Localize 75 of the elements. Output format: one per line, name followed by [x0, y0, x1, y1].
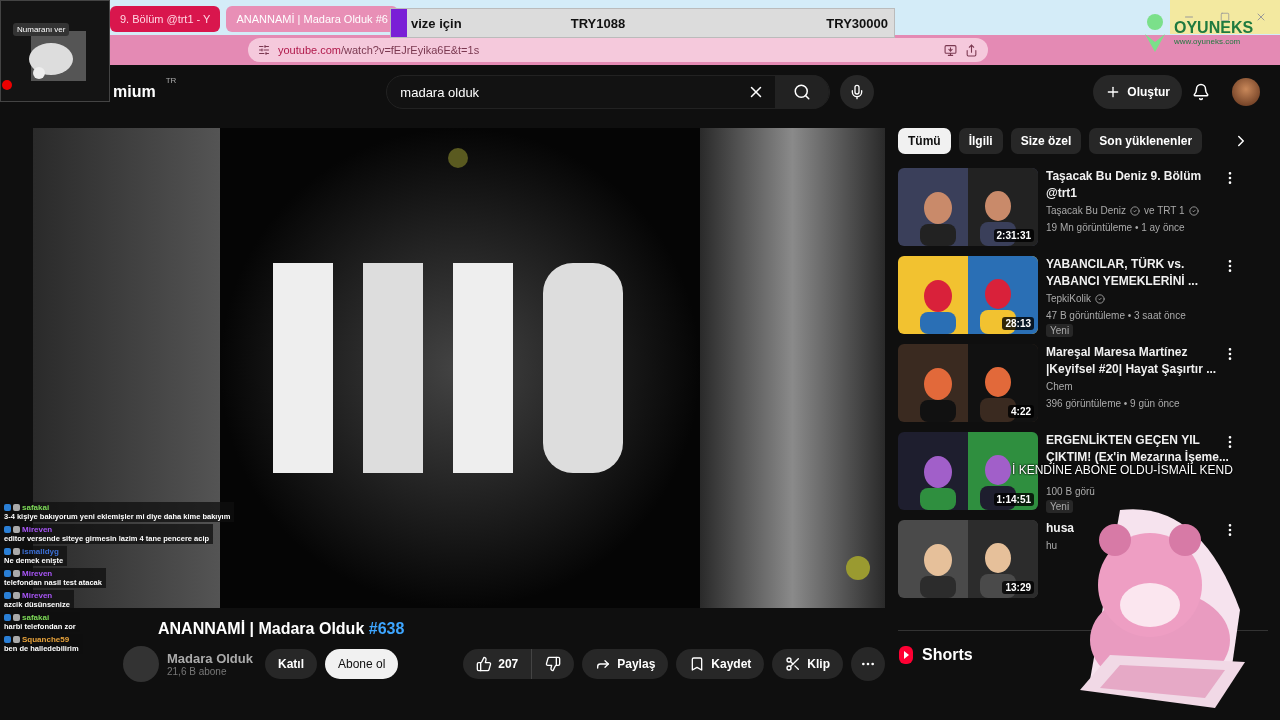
video-title[interactable]: Taşacak Bu Deniz 9. Bölüm: [1046, 168, 1202, 185]
chat-username: Mireven: [22, 591, 53, 600]
video-duration: 2:31:31: [993, 229, 1034, 242]
search-icon: [793, 83, 812, 101]
url-text: youtube.com/watch?v=fEJrEyika6E&t=1s: [278, 44, 480, 56]
maximize-icon[interactable]: [1220, 12, 1230, 22]
video-meta: 19 Mn görüntüleme • 1 ay önce: [1046, 221, 1185, 235]
region-label: TR: [165, 76, 177, 85]
webcam-caption: Numaranı ver: [13, 23, 70, 36]
logo-text[interactable]: mium: [113, 83, 156, 101]
search-field[interactable]: madara olduk: [386, 75, 831, 109]
section-title: Shorts: [922, 646, 973, 664]
channel-name[interactable]: Taşacak Bu Deniz: [1046, 202, 1127, 219]
chat-username: ismalldyg: [22, 547, 59, 556]
video-title[interactable]: Mareşal Maresa Martínez: [1046, 344, 1188, 361]
video-title[interactable]: husa: [1046, 520, 1074, 537]
thumbs-up-icon: [476, 656, 493, 672]
subscribe-button[interactable]: Abone ol: [325, 649, 399, 679]
thumbs-down-icon: [545, 656, 562, 672]
avatar[interactable]: [1232, 78, 1260, 106]
video-title: ANANNAMİ | Madara Olduk #638: [158, 620, 405, 638]
chat-username: Mireven: [22, 525, 53, 534]
install-icon[interactable]: [944, 43, 957, 57]
video-meta: 396 görüntüleme • 9 gün önce: [1046, 397, 1180, 411]
share-icon[interactable]: [965, 43, 978, 57]
filter-chip[interactable]: Son yüklenenler: [1089, 128, 1203, 154]
video-title[interactable]: YABANCILAR, TÜRK vs.: [1046, 256, 1185, 273]
video-meta: 100 B görü: [1046, 485, 1095, 499]
like-button[interactable]: 207: [463, 649, 533, 679]
filter-chip[interactable]: Tümü: [898, 128, 951, 154]
channel-name[interactable]: Madara Olduk: [167, 651, 257, 666]
sponsor-name: OYUNEKS: [1174, 18, 1254, 37]
new-tag: Yeni: [1046, 500, 1074, 513]
search-button[interactable]: [775, 75, 830, 109]
save-button[interactable]: Kaydet: [676, 649, 765, 679]
video-title[interactable]: ERGENLİKTEN GEÇEN YIL: [1046, 432, 1200, 449]
goal-label: vize için: [411, 15, 463, 31]
channel-name[interactable]: Chem: [1046, 378, 1073, 395]
share-button[interactable]: Paylaş: [582, 649, 669, 679]
chat-username: safakai: [22, 503, 50, 512]
notifications-button[interactable]: [1192, 83, 1210, 101]
ticker-text: İ KENDİNE ABONE OLDU-İSMAİL KEND: [1012, 463, 1233, 477]
video-meta: 47 B görüntüleme • 3 saat önce: [1046, 309, 1186, 323]
video-title[interactable]: YABANCI YEMEKLERİNİ ...: [1046, 273, 1199, 290]
video-title[interactable]: |Keyifsel #20| Hayat Şaşırtır ...: [1046, 361, 1217, 378]
clip-button[interactable]: Klip: [772, 649, 843, 679]
video-duration: 13:29: [1002, 581, 1034, 594]
chat-username: Squanche59: [22, 635, 70, 644]
filter-chip[interactable]: İlgili: [958, 128, 1003, 154]
chat-username: safakai: [22, 613, 50, 622]
sponsor-site: www.oyuneks.com: [1174, 36, 1241, 46]
site-settings-icon[interactable]: [258, 44, 270, 56]
subscriber-count: 21,6 B abone: [167, 666, 228, 677]
video-duration: 28:13: [1002, 317, 1034, 330]
channel-name[interactable]: ve TRT 1: [1144, 202, 1185, 219]
chat-username: Mireven: [22, 569, 53, 578]
browser-tab[interactable]: 9. Bölüm @trt1 - Y: [110, 6, 221, 32]
channel-name[interactable]: hu: [1046, 537, 1058, 554]
scissors-icon: [785, 656, 802, 672]
microphone-button[interactable]: [840, 75, 875, 109]
goal-current: TRY1088: [570, 15, 627, 31]
video-duration: 1:14:51: [993, 493, 1034, 506]
new-tag: Yeni: [1046, 324, 1074, 337]
address-bar[interactable]: youtube.com/watch?v=fEJrEyika6E&t=1s: [248, 38, 988, 62]
video-title[interactable]: @trt1: [1046, 185, 1078, 202]
shorts-icon: [898, 645, 914, 665]
filter-chip[interactable]: Size özel: [1010, 128, 1082, 154]
bell-icon: [1192, 83, 1210, 101]
join-button[interactable]: Katıl: [265, 649, 317, 679]
dislike-button[interactable]: [532, 649, 575, 679]
goal-target: TRY30000: [826, 15, 888, 31]
goal-marker: [391, 9, 407, 37]
create-button[interactable]: Oluştur: [1093, 75, 1182, 109]
channel-name[interactable]: TepkiKolik: [1046, 290, 1092, 307]
video-duration: 4:22: [1008, 405, 1034, 418]
